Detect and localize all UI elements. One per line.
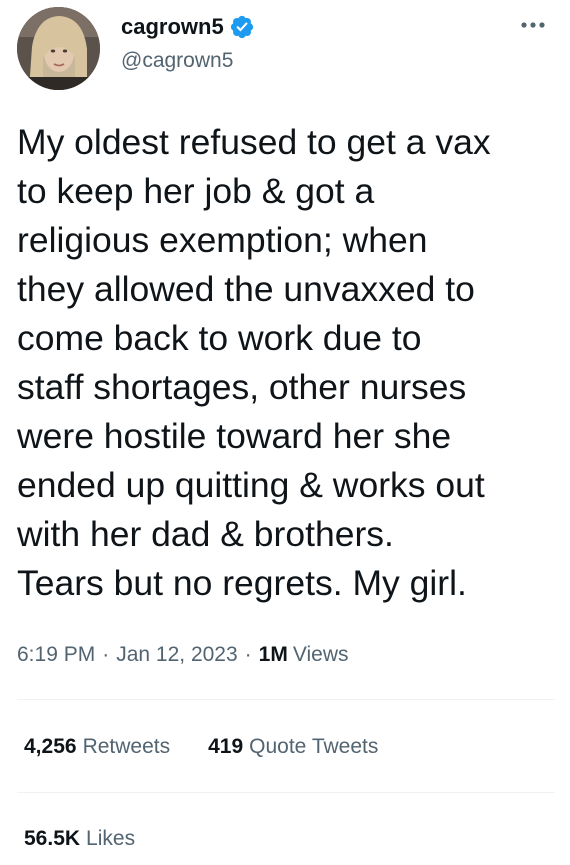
more-options-icon[interactable] bbox=[518, 14, 548, 36]
divider bbox=[17, 792, 555, 793]
quote-tweets-label: Quote Tweets bbox=[249, 735, 379, 758]
author-handle[interactable]: @cagrown5 bbox=[121, 49, 255, 73]
tweet-time[interactable]: 6:19 PM bbox=[17, 643, 95, 667]
tweet-detail: cagrown5 @cagrown5 My oldest refused to … bbox=[0, 0, 570, 865]
retweets-count: 4,256 bbox=[24, 735, 77, 758]
author-name-row: cagrown5 bbox=[121, 10, 255, 44]
author-info: cagrown5 @cagrown5 bbox=[121, 10, 255, 73]
quote-tweets-stat[interactable]: 419 Quote Tweets bbox=[208, 735, 378, 759]
likes-stat[interactable]: 56.5K Likes bbox=[24, 827, 135, 851]
avatar[interactable] bbox=[17, 7, 100, 90]
likes-label: Likes bbox=[86, 827, 136, 850]
divider bbox=[17, 699, 555, 700]
retweets-stat[interactable]: 4,256 Retweets bbox=[24, 735, 170, 759]
avatar-photo bbox=[17, 7, 100, 90]
meta-separator: · bbox=[244, 643, 252, 666]
views-count: 1M bbox=[258, 643, 288, 666]
meta-separator: · bbox=[102, 643, 110, 666]
likes-count: 56.5K bbox=[24, 827, 81, 850]
retweets-label: Retweets bbox=[82, 735, 171, 758]
tweet-meta: 6:19 PM · Jan 12, 2023 · 1M Views bbox=[17, 638, 348, 672]
likes-stats-row: 56.5K Likes bbox=[24, 822, 173, 856]
verified-badge-icon bbox=[229, 14, 255, 40]
author-display-name[interactable]: cagrown5 bbox=[121, 14, 224, 40]
tweet-text: My oldest refused to get a vax to keep h… bbox=[17, 122, 491, 603]
engagement-stats-row: 4,256 Retweets 419 Quote Tweets bbox=[24, 730, 416, 764]
views-label: Views bbox=[292, 643, 349, 666]
quote-tweets-count: 419 bbox=[208, 735, 244, 758]
tweet-date[interactable]: Jan 12, 2023 bbox=[116, 643, 237, 667]
